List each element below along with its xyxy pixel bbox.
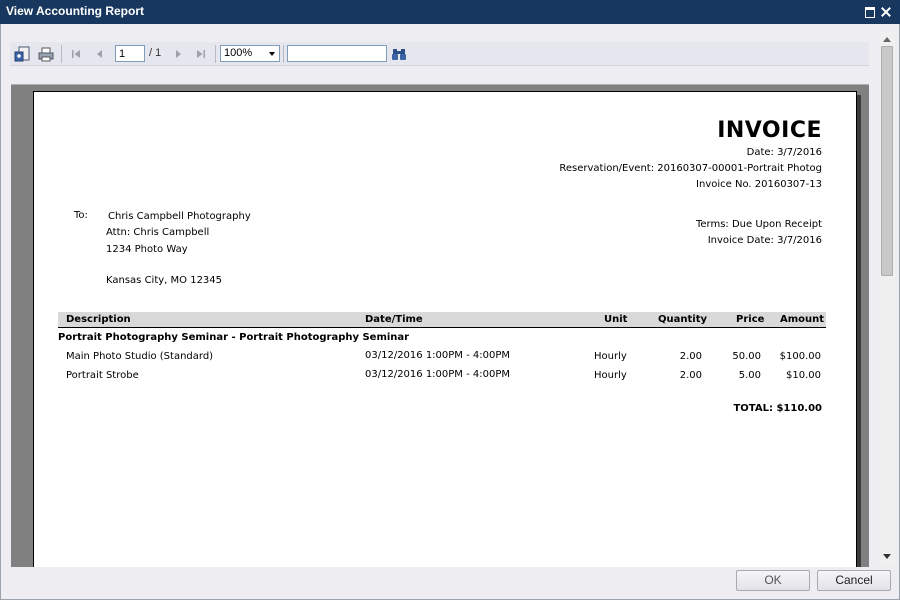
- prev-page-icon[interactable]: [91, 45, 109, 63]
- toolbar-separator: [61, 45, 62, 63]
- row-description: Main Photo Studio (Standard): [66, 351, 214, 362]
- page-total: / 1: [149, 47, 162, 59]
- row-quantity: 2.00: [679, 351, 702, 362]
- address-line: 1234 Photo Way: [106, 244, 188, 255]
- row-amount: $10.00: [786, 370, 821, 381]
- maximize-icon[interactable]: [863, 5, 877, 19]
- invoice-date-secondary: Invoice Date: 3/7/2016: [707, 235, 822, 246]
- invoice-date: Date: 3/7/2016: [746, 147, 822, 158]
- scroll-up-icon[interactable]: [883, 37, 891, 42]
- column-price: Price: [736, 314, 765, 325]
- next-page-icon[interactable]: [169, 45, 187, 63]
- row-unit: Hourly: [594, 351, 627, 362]
- toolbar-separator: [215, 45, 216, 63]
- chevron-down-icon[interactable]: [269, 52, 275, 56]
- row-price: 50.00: [732, 351, 761, 362]
- dialog-body: / 1 100% INVOICE Date: 3/7/2016: [0, 24, 900, 600]
- report-viewport[interactable]: INVOICE Date: 3/7/2016 Reservation/Event…: [11, 84, 869, 567]
- close-icon[interactable]: [879, 5, 893, 19]
- reservation-event: Reservation/Event: 20160307-00001-Portra…: [559, 163, 822, 174]
- vertical-scrollbar[interactable]: [879, 32, 895, 566]
- column-amount: Amount: [780, 314, 825, 325]
- first-page-icon[interactable]: [67, 45, 85, 63]
- invoice-number: Invoice No. 20160307-13: [696, 179, 822, 190]
- group-title: Portrait Photography Seminar - Portrait …: [58, 332, 410, 343]
- row-datetime: 03/12/2016 1:00PM - 4:00PM: [365, 350, 511, 361]
- city-line: Kansas City, MO 12345: [106, 275, 223, 286]
- row-unit: Hourly: [594, 370, 627, 381]
- export-icon[interactable]: [13, 45, 31, 63]
- ok-button[interactable]: OK: [736, 570, 810, 591]
- cancel-button[interactable]: Cancel: [817, 570, 891, 591]
- row-datetime: 03/12/2016 1:00PM - 4:00PM: [365, 369, 511, 380]
- binoculars-icon[interactable]: [390, 45, 408, 63]
- column-datetime: Date/Time: [365, 314, 423, 325]
- scroll-thumb[interactable]: [881, 46, 893, 276]
- to-label: To:: [74, 210, 88, 221]
- payment-terms: Terms: Due Upon Receipt: [695, 219, 822, 230]
- last-page-icon[interactable]: [192, 45, 210, 63]
- row-description: Portrait Strobe: [66, 370, 139, 381]
- invoice-total: TOTAL: $110.00: [733, 403, 822, 414]
- search-input[interactable]: [287, 45, 387, 62]
- report-page: INVOICE Date: 3/7/2016 Reservation/Event…: [33, 91, 857, 567]
- row-amount: $100.00: [779, 351, 821, 362]
- window-title: View Accounting Report: [6, 4, 145, 18]
- invoice-title: INVOICE: [717, 118, 822, 143]
- customer-name: Chris Campbell Photography: [108, 211, 251, 222]
- table-header: Description Date/Time Unit Quantity Pric…: [58, 312, 826, 328]
- print-icon[interactable]: [37, 45, 55, 63]
- report-toolbar: / 1 100%: [10, 42, 869, 66]
- title-bar[interactable]: View Accounting Report: [0, 0, 900, 24]
- row-quantity: 2.00: [679, 370, 702, 381]
- column-unit: Unit: [604, 314, 628, 325]
- row-price: 5.00: [738, 370, 761, 381]
- scroll-down-icon[interactable]: [883, 554, 891, 559]
- page-number-input[interactable]: [115, 45, 145, 62]
- column-quantity: Quantity: [658, 314, 707, 325]
- attention-line: Attn: Chris Campbell: [106, 227, 210, 238]
- toolbar-separator: [283, 45, 284, 63]
- column-description: Description: [66, 314, 131, 325]
